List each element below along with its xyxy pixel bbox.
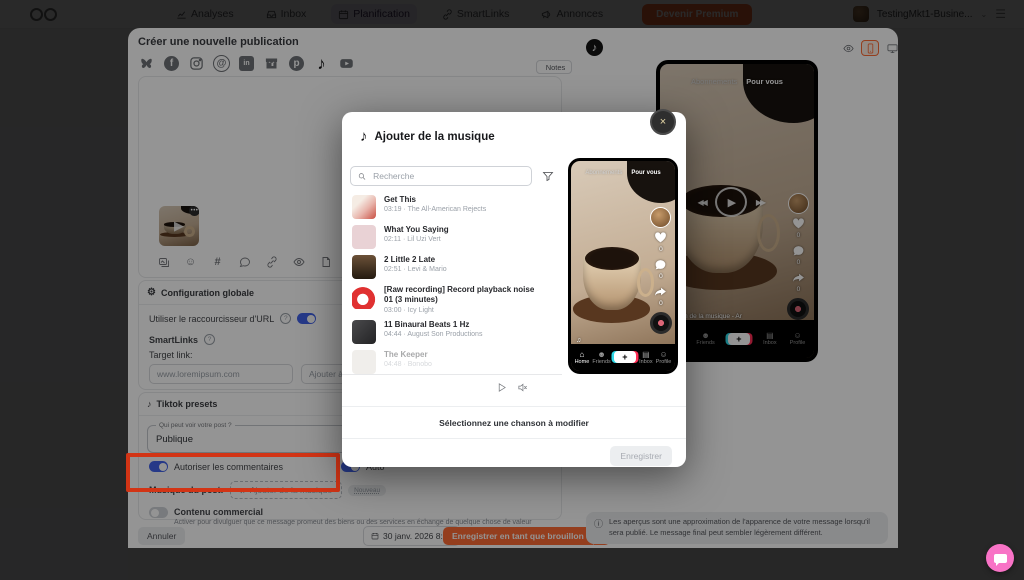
album-art xyxy=(352,255,376,279)
phone-tab-friends[interactable]: ☻ Friends xyxy=(592,350,610,365)
modal-save-button[interactable]: Enregistrer xyxy=(610,446,672,466)
song-item[interactable]: Get This 03:19 · The All-American Reject… xyxy=(350,192,540,222)
tiktok-phone-preview-small: Abonnements Pour vous 0 0 0 ♫ ⌂ Home☻ Fr… xyxy=(568,158,678,374)
modal-title: Ajouter de la musique xyxy=(375,131,495,143)
song-list: Get This 03:19 · The All-American Reject… xyxy=(350,192,540,377)
song-search xyxy=(350,166,532,186)
album-art xyxy=(352,285,376,309)
play-preview-icon[interactable] xyxy=(494,380,508,394)
add-music-modal: × ♪ Ajouter de la musique Get This 03:19… xyxy=(342,112,686,467)
preview-audio-controls xyxy=(494,380,529,394)
phone-tabbar: ⌂ Home☻ Friends +▤ Inbox ☺ Profile xyxy=(571,344,675,371)
annotation-highlight-box xyxy=(126,453,340,492)
comment-icon[interactable] xyxy=(654,258,667,271)
spinning-record-icon[interactable] xyxy=(650,312,672,334)
song-item[interactable]: What You Saying 02:11 · Lil Uzi Vert xyxy=(350,222,540,252)
tab-for-you[interactable]: Pour vous xyxy=(631,170,660,176)
tab-following[interactable]: Abonnements xyxy=(585,170,622,176)
album-art xyxy=(352,320,376,344)
app-screen: AnalysesInboxPlanificationSmartLinksAnno… xyxy=(0,0,1024,580)
song-item[interactable]: 11 Binaural Beats 1 Hz 04:44 · August So… xyxy=(350,317,540,347)
song-item[interactable]: [Raw recording] Record playback noise 01… xyxy=(350,282,540,317)
share-icon[interactable] xyxy=(654,285,667,298)
inbox-icon: ▤ xyxy=(642,350,650,359)
close-icon[interactable]: × xyxy=(650,109,676,135)
heart-icon[interactable] xyxy=(654,231,667,244)
chat-bubble-icon xyxy=(994,554,1007,563)
phone-tab-home[interactable]: ⌂ Home xyxy=(575,350,590,365)
likes-count: 0 xyxy=(659,246,663,253)
filter-icon[interactable] xyxy=(542,170,554,182)
song-item[interactable]: The Keeper 04:48 · Bonobo xyxy=(350,347,540,377)
phone-tab-inbox[interactable]: ▤ Inbox xyxy=(639,350,652,365)
comments-count: 0 xyxy=(659,273,663,280)
album-art xyxy=(352,350,376,374)
mute-icon[interactable] xyxy=(515,380,529,394)
search-icon xyxy=(358,172,366,181)
engagement-rail: 0 0 0 xyxy=(650,207,672,334)
phone-tab-profile[interactable]: ☺ Profile xyxy=(656,350,672,365)
album-art xyxy=(352,195,376,219)
friends-icon: ☻ xyxy=(597,350,605,359)
profile-icon: ☺ xyxy=(659,350,667,359)
create-post-plus-button[interactable]: + xyxy=(614,351,636,363)
creator-avatar[interactable] xyxy=(650,207,671,228)
chat-widget-button[interactable] xyxy=(986,544,1014,572)
tiktok-icon: ♪ xyxy=(360,128,368,145)
album-art xyxy=(352,225,376,249)
music-note-icon: ♫ xyxy=(576,337,581,344)
home-icon: ⌂ xyxy=(579,350,584,359)
shares-count: 0 xyxy=(659,300,663,307)
select-song-hint: Sélectionnez une chanson à modifier xyxy=(342,418,686,428)
search-input[interactable] xyxy=(371,170,524,182)
song-item[interactable]: 2 Little 2 Late 02:51 · Levi & Mario xyxy=(350,252,540,282)
